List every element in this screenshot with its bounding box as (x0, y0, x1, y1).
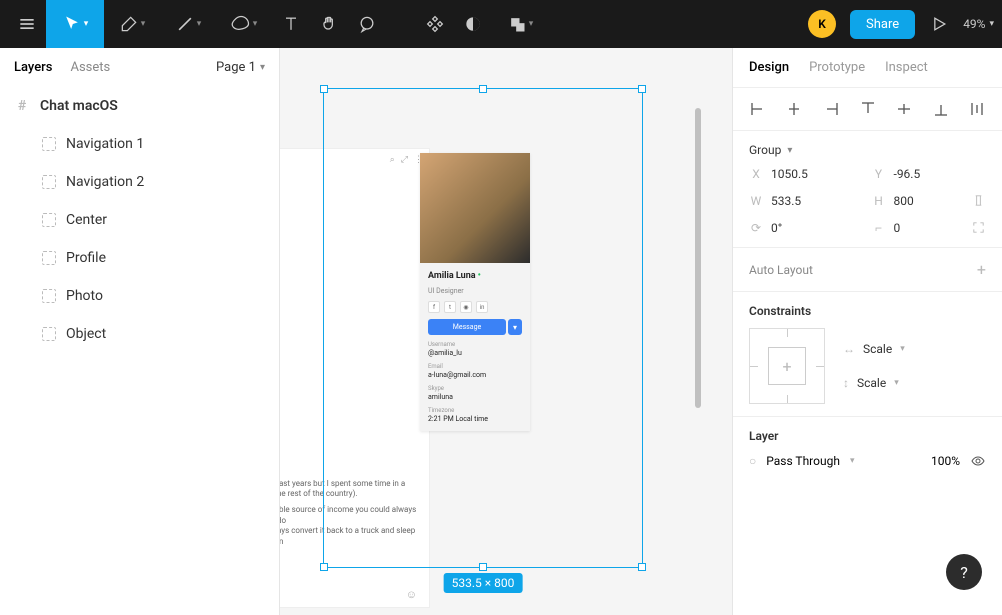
design-panel: Design Prototype Inspect Group▾ X1050.5 … (732, 48, 1002, 615)
blend-mode-select[interactable]: Pass Through (766, 454, 840, 468)
add-autolayout-button[interactable]: + (977, 260, 986, 279)
align-left-button[interactable] (747, 98, 769, 120)
assets-tab[interactable]: Assets (70, 60, 110, 75)
align-vcenter-button[interactable] (893, 98, 915, 120)
resize-handle[interactable] (320, 85, 328, 93)
layer-section-label: Layer (749, 429, 986, 443)
comment-tool[interactable] (348, 0, 386, 48)
line-tool[interactable]: ▾ (160, 0, 216, 48)
group-icon (42, 251, 56, 265)
chevron-down-icon: ▾ (989, 19, 994, 29)
resize-handle[interactable] (320, 563, 328, 571)
components-tool[interactable] (416, 0, 454, 48)
page-selector[interactable]: Page 1 ▾ (216, 60, 265, 75)
layers-tab[interactable]: Layers (14, 60, 52, 75)
layer-label: Object (66, 326, 106, 342)
link-aspect-icon[interactable] (971, 193, 986, 208)
blend-icon: ○ (749, 454, 756, 468)
chevron-down-icon: ▾ (253, 19, 258, 29)
layers-panel: Layers Assets Page 1 ▾ # Chat macOS Navi… (0, 48, 280, 615)
top-toolbar: ▾ ▾ ▾ ▾ ▾ (0, 0, 1002, 48)
dimension-badge: 533.5 × 800 (444, 573, 523, 593)
pen-tool[interactable]: ▾ (104, 0, 160, 48)
group-icon (42, 213, 56, 227)
resize-handle[interactable] (638, 563, 646, 571)
frame-icon: # (14, 98, 30, 114)
align-hcenter-button[interactable] (784, 98, 806, 120)
hand-tool[interactable] (310, 0, 348, 48)
rotation-input[interactable]: ⟳0° (749, 220, 864, 235)
chevron-down-icon: ▾ (260, 62, 265, 73)
chevron-down-icon: ▾ (529, 19, 534, 29)
layer-row[interactable]: Navigation 1 (0, 125, 279, 163)
canvas[interactable]: ⌕ ⤢ ⋮ last years but I spent some time i… (280, 48, 732, 615)
layer-row[interactable]: Center (0, 201, 279, 239)
group-icon (42, 289, 56, 303)
layer-row[interactable]: Photo (0, 277, 279, 315)
align-right-button[interactable] (820, 98, 842, 120)
frame-label: Chat macOS (40, 98, 118, 114)
y-input[interactable]: Y-96.5 (872, 167, 987, 181)
frame-row[interactable]: # Chat macOS (0, 87, 279, 125)
inspect-tab[interactable]: Inspect (885, 60, 928, 75)
prototype-tab[interactable]: Prototype (809, 60, 865, 75)
shape-tool[interactable]: ▾ (216, 0, 272, 48)
group-icon (42, 175, 56, 189)
resize-handle[interactable] (479, 85, 487, 93)
chevron-down-icon: ▾ (84, 19, 89, 29)
layer-row[interactable]: Profile (0, 239, 279, 277)
constraints-label: Constraints (749, 304, 986, 318)
group-icon (42, 327, 56, 341)
mask-tool[interactable] (454, 0, 492, 48)
layer-row[interactable]: Navigation 2 (0, 163, 279, 201)
design-tab[interactable]: Design (749, 60, 789, 75)
resize-handle[interactable] (479, 563, 487, 571)
toolbar-left: ▾ ▾ ▾ ▾ ▾ (8, 0, 548, 48)
h-input[interactable]: H800 (872, 193, 987, 208)
constraints-widget[interactable]: + (749, 328, 825, 404)
align-top-button[interactable] (857, 98, 879, 120)
chevron-down-icon: ▾ (197, 19, 202, 29)
zoom-value: 49% (963, 17, 985, 31)
layer-label: Photo (66, 288, 103, 304)
distribute-button[interactable] (966, 98, 988, 120)
layer-label: Profile (66, 250, 106, 266)
selection-box[interactable]: 533.5 × 800 (323, 88, 643, 568)
w-input[interactable]: W533.5 (749, 193, 864, 208)
boolean-tool[interactable]: ▾ (492, 0, 548, 48)
page-name: Page 1 (216, 60, 256, 75)
corners-icon[interactable] (971, 220, 986, 235)
zoom-selector[interactable]: 49% ▾ (963, 17, 994, 31)
resize-handle[interactable] (638, 85, 646, 93)
share-button[interactable]: Share (850, 10, 915, 39)
move-tool[interactable]: ▾ (46, 0, 104, 48)
chevron-down-icon: ▾ (850, 456, 855, 466)
text-tool[interactable] (272, 0, 310, 48)
layer-label: Center (66, 212, 107, 228)
constraint-h-select[interactable]: ↔Scale▾ (843, 342, 905, 356)
align-bottom-button[interactable] (930, 98, 952, 120)
radius-input[interactable]: ⌐0 (872, 220, 987, 235)
layer-row[interactable]: Object (0, 315, 279, 353)
auto-layout-label: Auto Layout (749, 263, 813, 277)
group-label: Group (749, 143, 781, 157)
chevron-down-icon: ▾ (141, 19, 146, 29)
toolbar-right: K Share 49% ▾ (808, 10, 994, 39)
constraint-v-select[interactable]: ↕Scale▾ (843, 376, 905, 390)
opacity-input[interactable]: 100% (931, 454, 960, 468)
layer-label: Navigation 2 (66, 174, 144, 190)
layer-label: Navigation 1 (66, 136, 144, 152)
group-icon (42, 137, 56, 151)
chevron-down-icon[interactable]: ▾ (787, 145, 792, 156)
help-button[interactable]: ? (946, 554, 982, 590)
emoji-icon: ☺ (406, 588, 417, 601)
scrollbar-vertical[interactable] (695, 108, 701, 408)
visibility-icon[interactable] (970, 453, 986, 469)
present-button[interactable] (929, 14, 949, 34)
hamburger-menu[interactable] (8, 0, 46, 48)
x-input[interactable]: X1050.5 (749, 167, 864, 181)
user-avatar[interactable]: K (808, 10, 836, 38)
